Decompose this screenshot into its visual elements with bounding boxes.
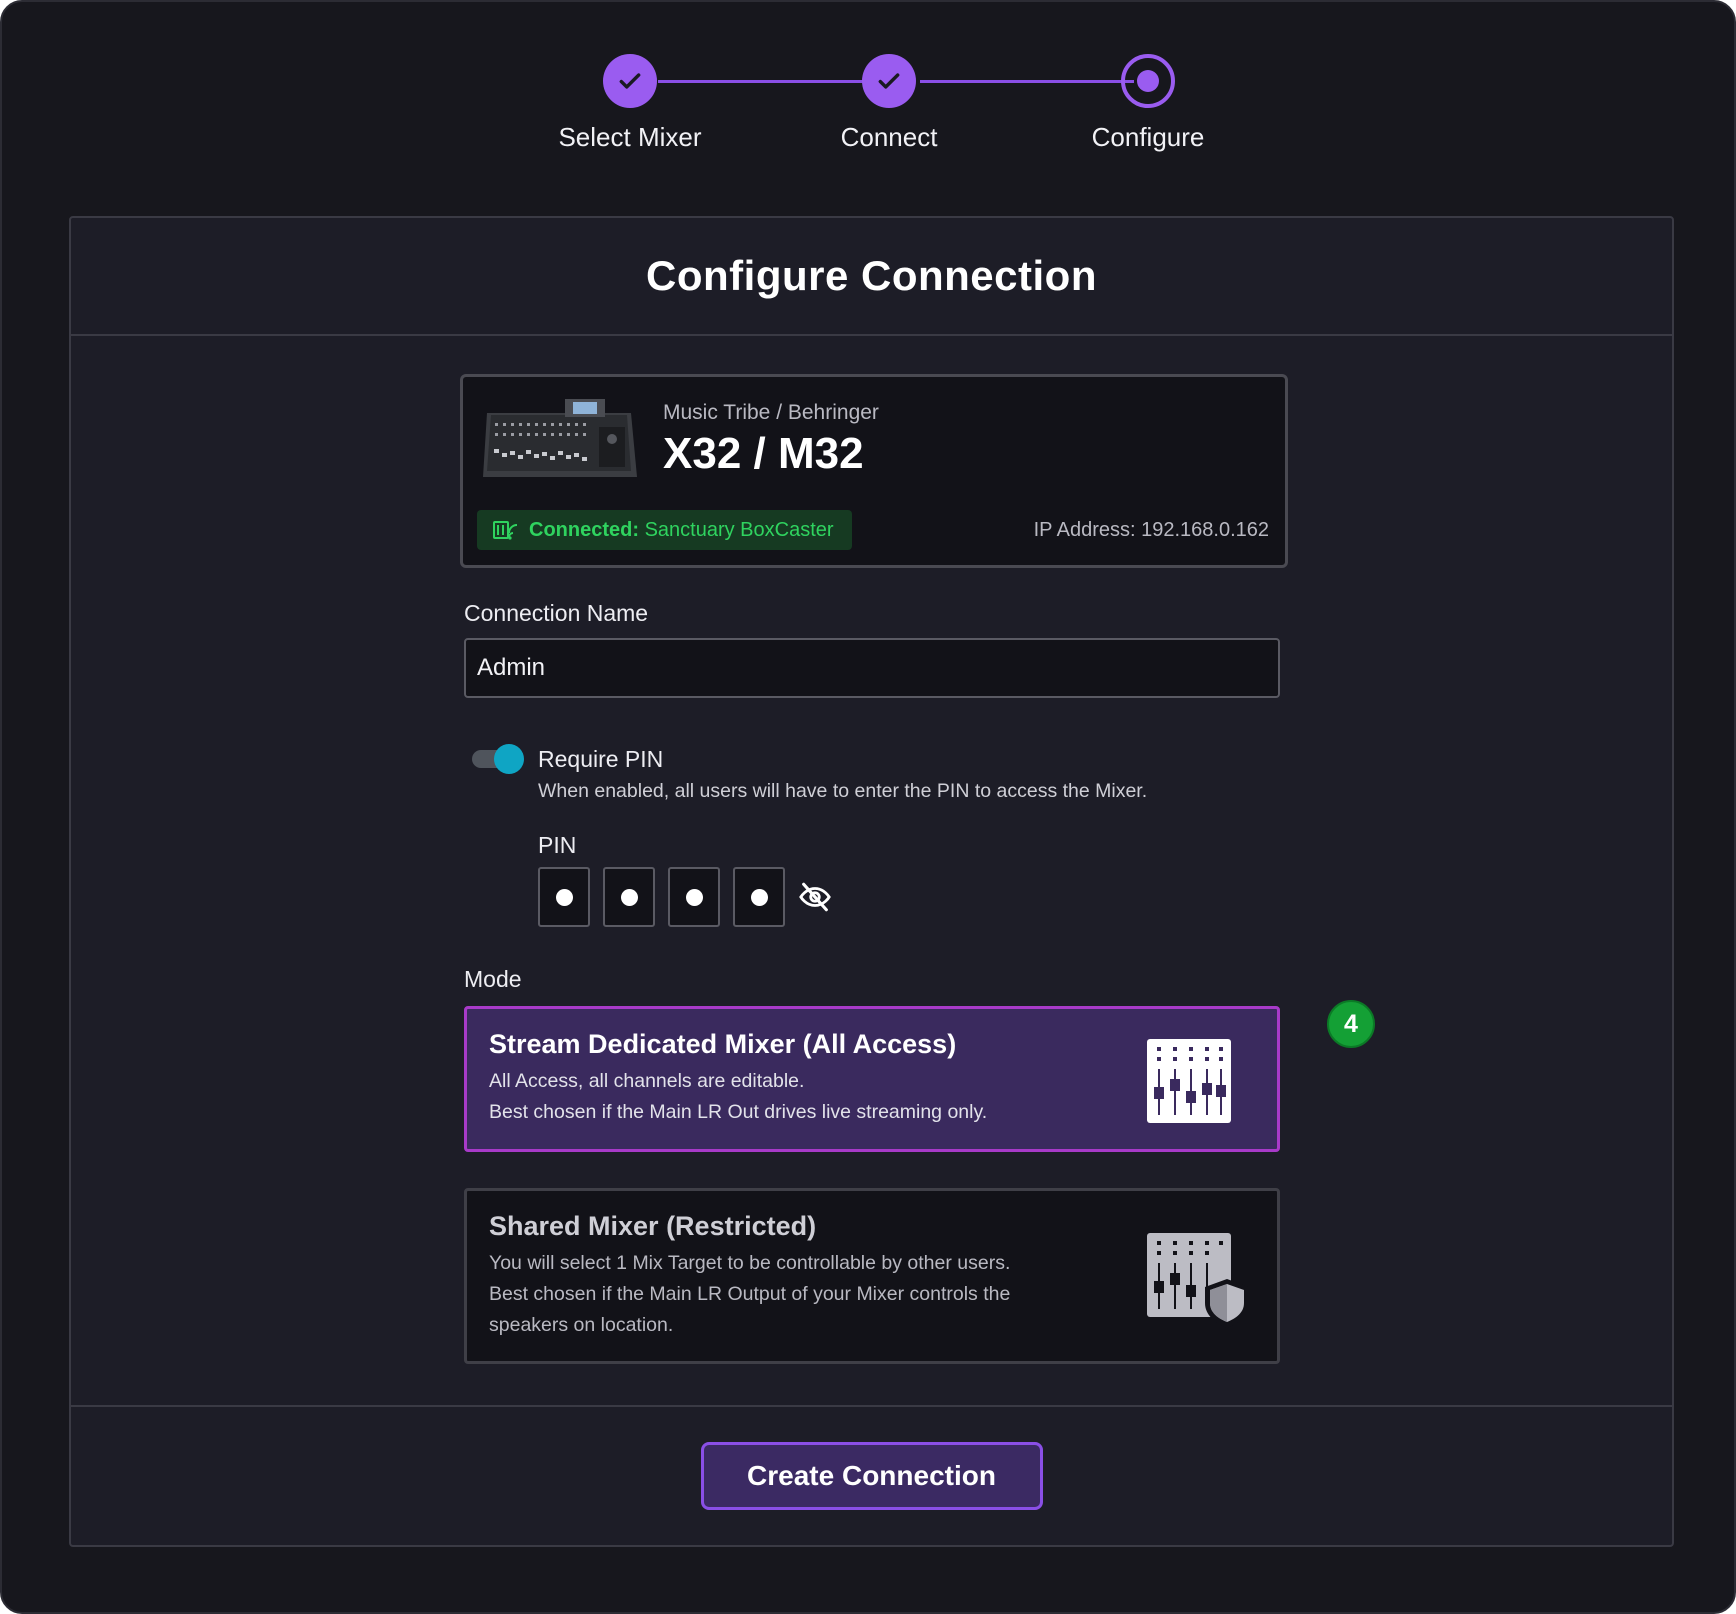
mode-description: You will select 1 Mix Target to be contr… [489,1248,1079,1341]
eye-off-icon[interactable] [798,880,832,914]
app-window: Select Mixer Connect Configure Configure… [0,0,1736,1614]
ip-address: IP Address: 192.168.0.162 [1033,519,1269,541]
pin-input-group [538,867,832,927]
mixer-faders-icon [1147,1039,1231,1123]
step-label: Connect [840,122,938,152]
mixer-brand: Music Tribe / Behringer [663,401,879,424]
mode-title: Stream Dedicated Mixer (All Access) [489,1029,957,1059]
require-pin-toggle[interactable] [472,744,524,774]
connection-name-input[interactable] [464,638,1280,698]
mode-description: All Access, all channels are editable. B… [489,1066,1079,1128]
connection-name-label: Connection Name [464,600,649,626]
step-label: Select Mixer [558,122,702,152]
mixer-image [483,399,637,477]
card-header: Configure Connection [71,218,1672,336]
current-step-icon [1121,54,1175,108]
pin-digit-4[interactable] [733,867,785,927]
step-configure[interactable]: Configure [1018,54,1278,153]
mode-description-line: You will select 1 Mix Target to be contr… [489,1252,1011,1274]
page-title: Configure Connection [646,252,1097,299]
mode-title: Shared Mixer (Restricted) [489,1211,817,1241]
configure-card: Configure Connection Music Tribe / Behri… [69,216,1674,1547]
step-connect[interactable]: Connect [759,54,1019,153]
annotation-badge: 4 [1327,1000,1375,1048]
card-content: Music Tribe / Behringer X32 / M32 Connec… [460,374,1288,1364]
connected-mixer-icon [493,521,518,540]
pin-digit-2[interactable] [603,867,655,927]
pin-digit-3[interactable] [668,867,720,927]
require-pin-description: When enabled, all users will have to ent… [538,780,1148,802]
status-device-name: Sanctuary BoxCaster [644,518,834,541]
pin-digit-1[interactable] [538,867,590,927]
step-label: Configure [1091,122,1205,152]
mode-description-line: All Access, all channels are editable. [489,1070,805,1092]
check-icon [603,54,657,108]
mixer-info-panel: Music Tribe / Behringer X32 / M32 Connec… [460,374,1288,568]
status-badge: Connected: Sanctuary BoxCaster [477,510,852,550]
step-select-mixer[interactable]: Select Mixer [500,54,760,153]
mode-description-line: Best chosen if the Main LR Output of you… [489,1283,1011,1336]
mode-option-shared[interactable]: Shared Mixer (Restricted) You will selec… [464,1188,1280,1364]
require-pin-label: Require PIN [538,746,664,772]
mixer-model: X32 / M32 [663,429,864,478]
progress-stepper: Select Mixer Connect Configure [2,2,1734,182]
check-icon [862,54,916,108]
status-prefix: Connected: [529,518,639,541]
mode-option-stream-dedicated[interactable]: Stream Dedicated Mixer (All Access) All … [464,1006,1280,1152]
mode-label: Mode [464,966,522,992]
mode-description-line: Best chosen if the Main LR Out drives li… [489,1101,988,1123]
mixer-shield-icon [1147,1233,1249,1328]
create-connection-button[interactable]: Create Connection [700,1442,1043,1510]
pin-label: PIN [538,832,577,858]
card-footer: Create Connection [71,1405,1672,1545]
